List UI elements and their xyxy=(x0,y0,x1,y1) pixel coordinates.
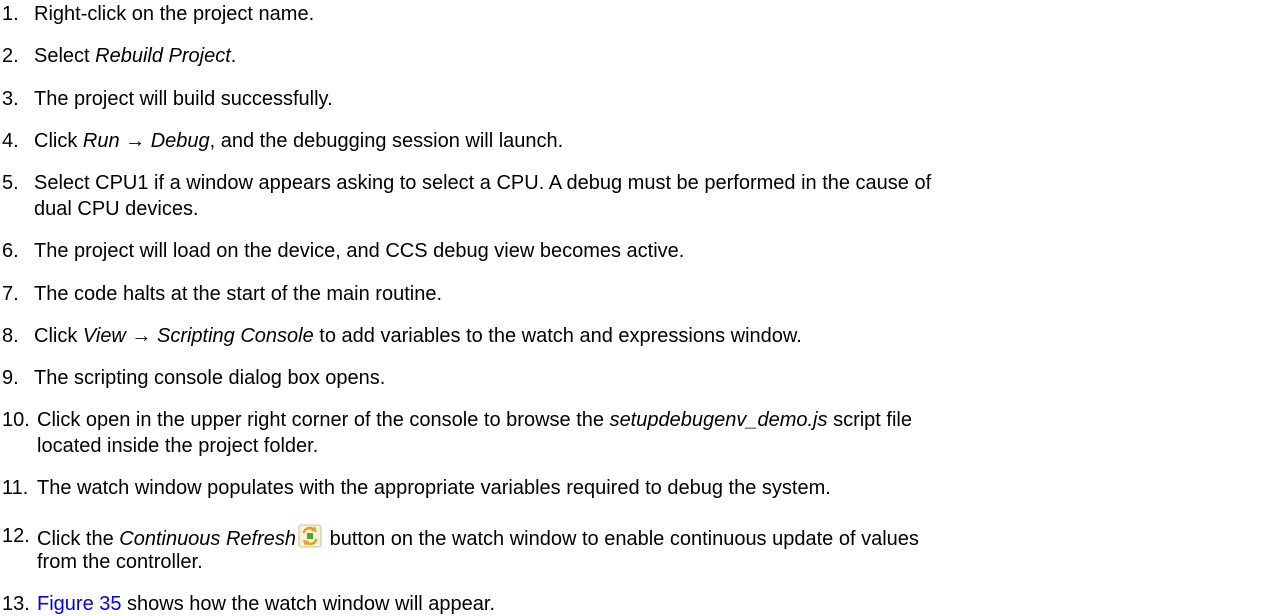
continuous-refresh-icon xyxy=(298,524,322,548)
step-text: The project will build successfully. xyxy=(34,87,333,111)
text-run: Click xyxy=(34,325,83,347)
text-run: script file xyxy=(827,409,912,431)
text-run: Select xyxy=(34,45,96,67)
step-number: 13. xyxy=(2,593,30,615)
step-text: The project will load on the device, and… xyxy=(34,239,684,263)
emphasized-term: Rebuild Project xyxy=(95,45,231,67)
step-number: 11. xyxy=(2,477,29,499)
text-run: The project will load on the device, and… xyxy=(34,240,685,262)
step-number: 4. xyxy=(2,130,19,152)
text-run: to add variables to the watch and expres… xyxy=(313,325,802,347)
text-run: , and the debugging session will launch. xyxy=(209,130,564,152)
step-number: 10. xyxy=(2,409,30,431)
step-text: Click open in the upper right corner of … xyxy=(37,408,912,432)
step-text-continuation: dual CPU devices. xyxy=(34,198,199,220)
text-run: . xyxy=(230,45,237,67)
text-run: Select CPU1 if a window appears asking t… xyxy=(34,172,932,194)
figure-link[interactable]: Figure 35 xyxy=(37,593,122,615)
step-text: Click Run → Debug, and the debugging ses… xyxy=(34,129,563,153)
text-run: The project will build successfully. xyxy=(34,88,333,110)
step-number: 2. xyxy=(2,45,19,67)
emphasized-term: setupdebugenv_demo.js xyxy=(609,409,828,431)
step-text: The code halts at the start of the main … xyxy=(34,282,442,306)
step-number: 3. xyxy=(2,88,19,110)
text-run: Click open in the upper right corner of … xyxy=(37,409,610,431)
step-text: Click the Continuous Refresh button on t… xyxy=(37,524,919,551)
step-number: 5. xyxy=(2,172,19,194)
step-text: Select Rebuild Project. xyxy=(34,44,236,68)
step-text: Right-click on the project name. xyxy=(34,2,314,26)
step-number: 6. xyxy=(2,240,19,262)
text-run: Right-click on the project name. xyxy=(34,3,315,25)
text-run: The watch window populates with the appr… xyxy=(37,477,831,499)
emphasized-term: Run → Debug xyxy=(82,130,210,152)
step-text: Click View → Scripting Console to add va… xyxy=(34,324,802,348)
text-run: Click the xyxy=(37,528,120,550)
step-number: 8. xyxy=(2,325,19,347)
text-run: shows how the watch window will appear. xyxy=(121,593,496,615)
text-run: button on the watch window to enable con… xyxy=(324,528,919,550)
step-text-continuation: from the controller. xyxy=(37,551,203,573)
step-text: The scripting console dialog box opens. xyxy=(34,366,385,390)
text-run: The scripting console dialog box opens. xyxy=(34,367,386,389)
step-number: 9. xyxy=(2,367,19,389)
step-text: Figure 35 shows how the watch window wil… xyxy=(37,592,495,616)
step-number: 7. xyxy=(2,283,19,305)
emphasized-term: View → Scripting Console xyxy=(82,325,314,347)
step-number: 12. xyxy=(2,525,30,547)
step-text-continuation: located inside the project folder. xyxy=(37,435,319,457)
step-text: The watch window populates with the appr… xyxy=(37,476,831,500)
step-text: Select CPU1 if a window appears asking t… xyxy=(34,171,931,195)
text-run: The code halts at the start of the main … xyxy=(34,283,443,305)
emphasized-term: Continuous Refresh xyxy=(119,528,297,550)
step-number: 1. xyxy=(2,3,19,25)
text-run: Click xyxy=(34,130,83,152)
